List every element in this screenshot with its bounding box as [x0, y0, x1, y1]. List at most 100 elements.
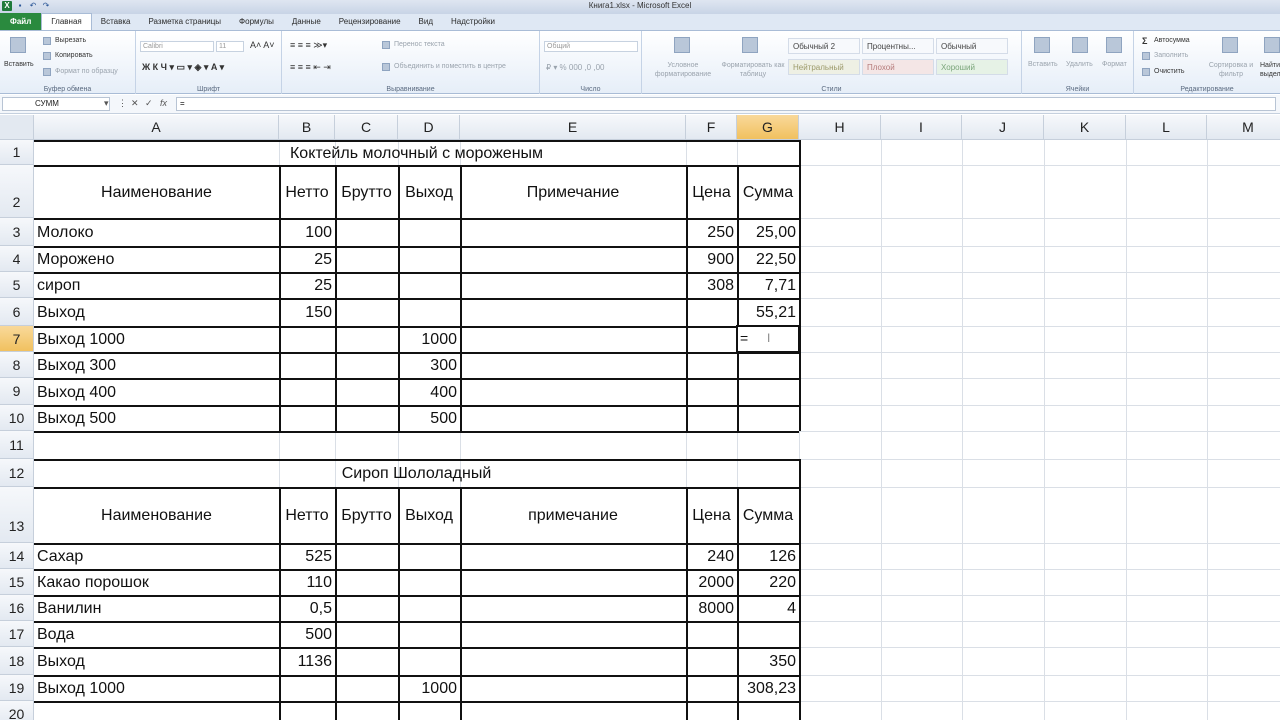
tab-page-layout[interactable]: Разметка страницы: [139, 14, 230, 30]
cell-r18-c6[interactable]: 350: [740, 654, 796, 670]
name-box-dropdown-icon[interactable]: ▾: [104, 98, 109, 109]
table2-header-1[interactable]: Нетто: [282, 508, 332, 524]
column-header-j[interactable]: J: [962, 115, 1044, 140]
cell-r14-c6[interactable]: 126: [740, 549, 796, 565]
delete-cells-icon[interactable]: [1072, 37, 1088, 53]
cell-r16-c1[interactable]: 0,5: [282, 601, 332, 617]
paste-icon[interactable]: [10, 37, 26, 53]
insert-function-icon[interactable]: fx: [160, 98, 167, 108]
format-painter-button[interactable]: Формат по образцу: [55, 68, 118, 75]
cell-r15-c6[interactable]: 220: [740, 575, 796, 591]
format-cells-icon[interactable]: [1106, 37, 1122, 53]
column-header-g[interactable]: G: [737, 115, 799, 140]
row-header-6[interactable]: 6: [0, 298, 34, 326]
align-top-icon[interactable]: ≡ ≡ ≡ ≫▾: [290, 40, 327, 51]
cell-r5-c6[interactable]: 7,71: [740, 278, 796, 294]
cell-r5-c1[interactable]: 25: [282, 278, 332, 294]
row-header-1[interactable]: 1: [0, 140, 34, 165]
cut-button[interactable]: Вырезать: [55, 37, 86, 44]
row-header-16[interactable]: 16: [0, 595, 34, 621]
select-all-corner[interactable]: [0, 115, 34, 140]
cell-r3-c5[interactable]: 250: [689, 225, 734, 241]
name-box[interactable]: СУММ: [2, 97, 110, 111]
tab-home[interactable]: Главная: [41, 13, 92, 30]
bold-icon[interactable]: Ж К Ч ▾ ▭ ▾ ◈ ▾ A ▾: [142, 62, 224, 73]
merge-center-button[interactable]: Объединить и поместить в центре: [394, 63, 506, 70]
style-percent[interactable]: Процентны...: [862, 38, 934, 54]
cell-r10-c0[interactable]: Выход 500: [37, 411, 276, 427]
row-header-10[interactable]: 10: [0, 405, 34, 431]
formula-input[interactable]: =: [176, 97, 1276, 111]
font-size-combo[interactable]: 11: [216, 41, 244, 52]
cancel-icon[interactable]: ✕: [131, 98, 139, 109]
insert-cells-icon[interactable]: [1034, 37, 1050, 53]
grow-font-icon[interactable]: A˄ A˅: [250, 40, 275, 50]
style-bad[interactable]: Плохой: [862, 59, 934, 75]
wrap-text-button[interactable]: Перенос текста: [394, 41, 445, 48]
row-header-14[interactable]: 14: [0, 543, 34, 569]
table2-title[interactable]: Сироп Шололадный: [37, 466, 796, 482]
table2-header-4[interactable]: примечание: [463, 508, 683, 524]
cell-r14-c1[interactable]: 525: [282, 549, 332, 565]
row-header-19[interactable]: 19: [0, 675, 34, 701]
tab-insert[interactable]: Вставка: [92, 14, 140, 30]
enter-icon[interactable]: ✓: [145, 98, 153, 109]
column-header-b[interactable]: B: [279, 115, 335, 140]
tab-data[interactable]: Данные: [283, 14, 330, 30]
tab-addins[interactable]: Надстройки: [442, 14, 504, 30]
table1-title[interactable]: Коктейль молочный с мороженым: [37, 145, 796, 162]
cell-r19-c0[interactable]: Выход 1000: [37, 681, 276, 697]
cell-r4-c1[interactable]: 25: [282, 252, 332, 268]
column-header-k[interactable]: K: [1044, 115, 1126, 140]
cell-r6-c1[interactable]: 150: [282, 305, 332, 321]
find-select-button[interactable]: Найти и выделить: [1260, 61, 1280, 79]
column-header-c[interactable]: C: [335, 115, 398, 140]
row-header-17[interactable]: 17: [0, 621, 34, 647]
font-name-combo[interactable]: Calibri: [140, 41, 214, 52]
cell-r5-c0[interactable]: сироп: [37, 278, 276, 294]
currency-icon[interactable]: ₽ ▾ % 000 ,0 ,00: [546, 63, 604, 72]
cell-r10-c3[interactable]: 500: [401, 411, 457, 427]
cell-r15-c0[interactable]: Какао порошок: [37, 575, 276, 591]
cell-r16-c6[interactable]: 4: [740, 601, 796, 617]
row-header-13[interactable]: 13: [0, 487, 34, 543]
cell-r4-c5[interactable]: 900: [689, 252, 734, 268]
cell-r17-c1[interactable]: 500: [282, 627, 332, 643]
tab-formulas[interactable]: Формулы: [230, 14, 283, 30]
table1-header-5[interactable]: Цена: [689, 184, 734, 201]
row-header-3[interactable]: 3: [0, 218, 34, 246]
row-header-18[interactable]: 18: [0, 647, 34, 675]
conditional-format-button[interactable]: Условное форматирование: [646, 61, 720, 79]
cell-r3-c6[interactable]: 25,00: [740, 225, 796, 241]
sort-filter-button[interactable]: Сортировка и фильтр: [1206, 61, 1256, 79]
paste-button[interactable]: Вставить: [4, 61, 34, 68]
table2-header-5[interactable]: Цена: [689, 508, 734, 524]
cell-r4-c6[interactable]: 22,50: [740, 252, 796, 268]
format-table-icon[interactable]: [742, 37, 758, 53]
cell-r6-c0[interactable]: Выход: [37, 305, 276, 321]
column-header-l[interactable]: L: [1126, 115, 1207, 140]
row-header-9[interactable]: 9: [0, 378, 34, 405]
cell-r14-c0[interactable]: Сахар: [37, 549, 276, 565]
column-header-e[interactable]: E: [460, 115, 686, 140]
autosum-button[interactable]: Автосумма: [1154, 37, 1190, 44]
format-cells-button[interactable]: Формат: [1102, 61, 1127, 68]
cell-r18-c0[interactable]: Выход: [37, 654, 276, 670]
number-format-combo[interactable]: Общий: [544, 41, 638, 52]
table1-header-4[interactable]: Примечание: [463, 184, 683, 201]
row-header-11[interactable]: 11: [0, 431, 34, 459]
table2-header-0[interactable]: Наименование: [37, 508, 276, 524]
style-normal[interactable]: Обычный: [936, 38, 1008, 54]
cell-r8-c3[interactable]: 300: [401, 358, 457, 374]
cell-r8-c0[interactable]: Выход 300: [37, 358, 276, 374]
table2-header-2[interactable]: Брутто: [338, 508, 395, 524]
cell-r3-c1[interactable]: 100: [282, 225, 332, 241]
cell-r17-c0[interactable]: Вода: [37, 627, 276, 643]
cell-r14-c5[interactable]: 240: [689, 549, 734, 565]
copy-button[interactable]: Копировать: [55, 52, 93, 59]
cell-r9-c0[interactable]: Выход 400: [37, 384, 276, 401]
active-cell-value[interactable]: =: [740, 331, 748, 345]
cell-r7-c0[interactable]: Выход 1000: [37, 332, 276, 348]
style-normal2[interactable]: Обычный 2: [788, 38, 860, 54]
cell-r19-c6[interactable]: 308,23: [740, 681, 796, 697]
